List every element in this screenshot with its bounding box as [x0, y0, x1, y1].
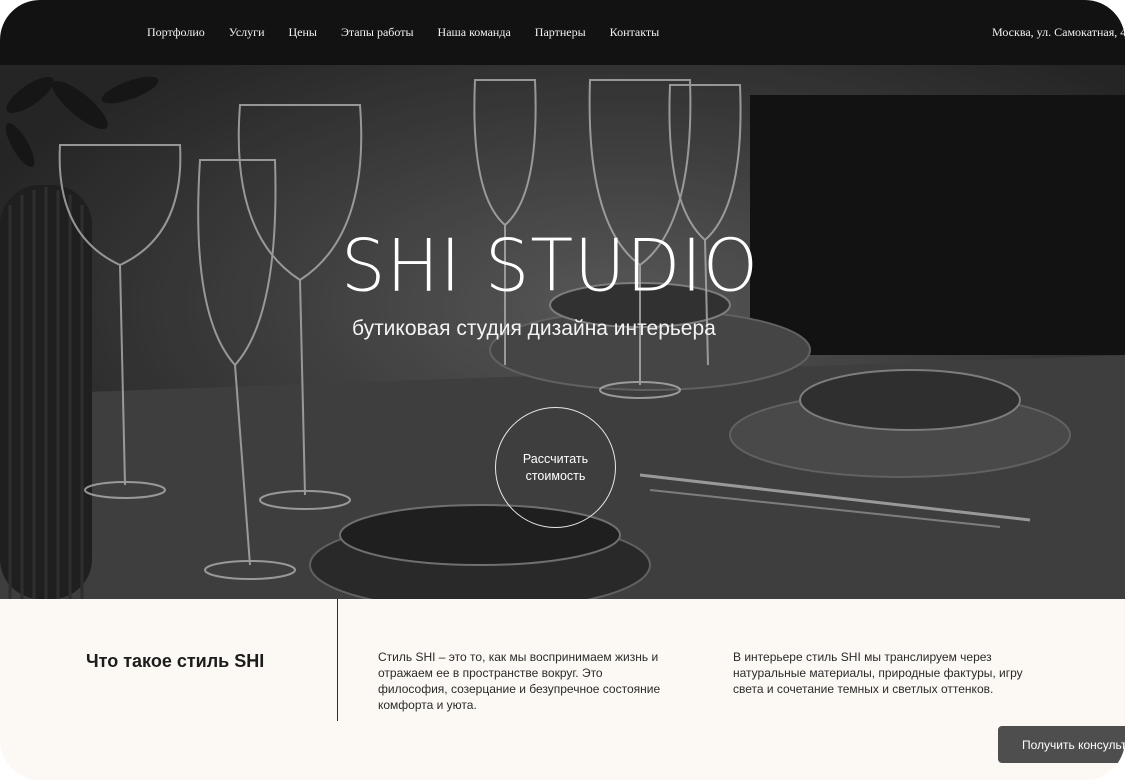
calculate-cost-button[interactable]: Рассчитать стоимость: [495, 407, 616, 528]
cta-label-line2: стоимость: [525, 468, 586, 483]
cta-label-line1: Рассчитать: [522, 451, 589, 466]
section-divider: [337, 599, 338, 721]
address-text: Москва, ул. Самокатная, 4: [992, 25, 1125, 39]
get-consultation-button[interactable]: Получить консультацию: [998, 726, 1125, 763]
nav-item-partners[interactable]: Партнеры: [535, 25, 586, 40]
about-style-section: Что такое стиль SHI Стиль SHI – это то, …: [0, 599, 1125, 780]
nav-item-services[interactable]: Услуги: [229, 25, 265, 40]
top-navigation-bar: Портфолио Услуги Цены Этапы работы Наша …: [0, 0, 1125, 65]
nav-item-team[interactable]: Наша команда: [438, 25, 511, 40]
section-title: Что такое стиль SHI: [86, 651, 265, 671]
nav-item-prices[interactable]: Цены: [289, 25, 317, 40]
about-text-column-1: Стиль SHI – это то, как мы воспринимаем …: [378, 650, 661, 712]
hero-subtitle: бутиковая студия дизайна интерьера: [352, 317, 716, 340]
nav-item-work-stages[interactable]: Этапы работы: [341, 25, 414, 40]
nav-item-portfolio[interactable]: Портфолио: [147, 25, 205, 40]
hero-section: SHI STUDIO бутиковая студия дизайна инте…: [0, 65, 1125, 599]
page-frame: Портфолио Услуги Цены Этапы работы Наша …: [0, 0, 1125, 780]
hero-title: SHI STUDIO: [340, 223, 760, 309]
about-text-column-2: В интерьере стиль SHI мы транслируем чер…: [733, 650, 1023, 696]
nav-item-contacts[interactable]: Контакты: [610, 25, 660, 40]
main-nav: Портфолио Услуги Цены Этапы работы Наша …: [147, 0, 683, 65]
